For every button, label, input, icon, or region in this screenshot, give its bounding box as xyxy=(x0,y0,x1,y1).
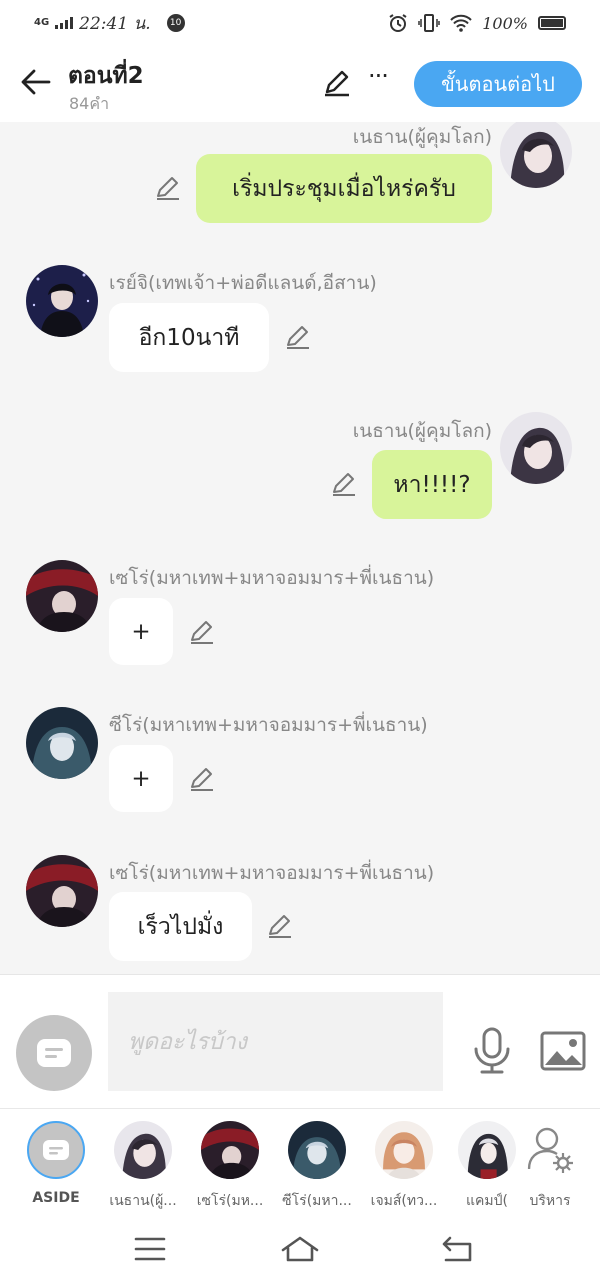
avatar-zero-icon xyxy=(26,560,98,632)
status-bar: 4G 22:41 น. 10 100% xyxy=(0,0,600,46)
pencil-icon xyxy=(191,768,213,791)
message-sender: เนธาน(ผู้คุมโลก) xyxy=(352,420,492,442)
avatar-nathan-icon xyxy=(500,122,572,188)
avatar xyxy=(114,1121,172,1179)
vibrate-icon xyxy=(418,14,440,32)
battery-percent: 100% xyxy=(482,13,528,33)
image-icon xyxy=(540,1031,586,1071)
next-step-button[interactable]: ขั้นตอนต่อไป xyxy=(414,61,582,107)
avatar[interactable] xyxy=(500,122,572,188)
aside-icon xyxy=(43,1140,69,1160)
pencil-icon xyxy=(191,621,213,644)
character-name: ASIDE xyxy=(32,1190,80,1206)
back-icon xyxy=(442,1236,472,1262)
character-name: เซโร่(มห... xyxy=(196,1193,264,1209)
avatar-zero-icon xyxy=(26,855,98,927)
message-sender: ซีโร่(มหาเทพ+มหาจอมมาร+พี่เนธาน) xyxy=(109,714,428,736)
pencil-icon xyxy=(269,915,291,938)
character-ziro[interactable]: ซีโร่(มหา... xyxy=(277,1121,357,1212)
character-james[interactable]: เจมส์(ทว... xyxy=(364,1121,444,1212)
header: ตอนที่2 84คำ ··· ขั้นตอนต่อไป xyxy=(0,46,600,122)
avatar[interactable] xyxy=(26,265,98,337)
menu-icon xyxy=(134,1237,166,1261)
chat-area[interactable]: เนธาน(ผู้คุมโลก) เริ่มประชุมเมื่อไหร่ครั… xyxy=(0,122,600,974)
avatar[interactable] xyxy=(26,707,98,779)
pencil-icon xyxy=(157,177,179,200)
message-sender: เรย์จิ(เทพเจ้า+พ่อดีแลนด์,อีสาน) xyxy=(109,272,377,294)
pencil-icon xyxy=(287,326,309,349)
avatar xyxy=(288,1121,346,1179)
message-input[interactable] xyxy=(108,992,443,1091)
character-name: ซีโร่(มหา... xyxy=(282,1193,352,1209)
avatar-reiji-icon xyxy=(26,265,98,337)
message-sender: เซโร่(มหาเทพ+มหาจอมมาร+พี่เนธาน) xyxy=(109,862,435,884)
avatar xyxy=(458,1121,516,1179)
arrow-left-icon xyxy=(21,69,51,95)
avatar xyxy=(375,1121,433,1179)
microphone-icon xyxy=(474,1027,510,1074)
avatar xyxy=(201,1121,259,1179)
avatar-ziro-icon xyxy=(288,1121,346,1179)
signal-icon xyxy=(55,17,74,29)
edit-message-button[interactable] xyxy=(188,618,216,646)
message-sender: เนธาน(ผู้คุมโลก) xyxy=(352,126,492,148)
character-aside[interactable]: ASIDE xyxy=(16,1121,96,1206)
voice-button[interactable] xyxy=(470,1027,514,1075)
message-bubble[interactable]: เริ่มประชุมเมื่อไหร่ครับ xyxy=(196,154,492,223)
avatar-zero-icon xyxy=(201,1121,259,1179)
edit-message-button[interactable] xyxy=(154,174,182,202)
edit-message-button[interactable] xyxy=(188,765,216,793)
edit-title-button[interactable] xyxy=(322,68,352,98)
notification-badge: 10 xyxy=(166,14,185,32)
word-count: 84คำ xyxy=(69,94,110,113)
wifi-icon xyxy=(450,14,472,32)
home-icon xyxy=(281,1236,319,1262)
aside-avatar xyxy=(27,1121,85,1179)
avatar-nathan-icon xyxy=(114,1121,172,1179)
alarm-icon xyxy=(389,14,407,32)
avatar-ziro-icon xyxy=(26,707,98,779)
composer xyxy=(0,974,600,1108)
avatar[interactable] xyxy=(26,560,98,632)
status-time: 22:41 น. xyxy=(79,13,151,34)
avatar-nathan-icon xyxy=(500,412,572,484)
manage-characters-icon xyxy=(521,1121,579,1179)
avatar[interactable] xyxy=(26,855,98,927)
character-name: บริหาร xyxy=(529,1193,571,1209)
system-nav-bar xyxy=(0,1212,600,1287)
home-button[interactable] xyxy=(280,1234,320,1264)
aside-icon xyxy=(37,1039,71,1067)
pencil-icon xyxy=(333,473,355,496)
message-bubble[interactable]: + xyxy=(109,598,173,665)
pencil-icon xyxy=(325,70,349,97)
network-type: 4G xyxy=(34,17,50,28)
more-button[interactable]: ··· xyxy=(368,64,396,92)
back-button[interactable] xyxy=(18,64,54,100)
avatar[interactable] xyxy=(500,412,572,484)
edit-message-button[interactable] xyxy=(266,912,294,940)
message-bubble[interactable]: + xyxy=(109,745,173,812)
edit-message-button[interactable] xyxy=(284,323,312,351)
avatar-james-icon xyxy=(375,1121,433,1179)
battery-icon xyxy=(538,16,566,30)
message-sender: เซโร่(มหาเทพ+มหาจอมมาร+พี่เนธาน) xyxy=(109,567,435,589)
recents-button[interactable] xyxy=(130,1234,170,1264)
message-bubble[interactable]: หา!!!!? xyxy=(372,450,492,519)
character-zero[interactable]: เซโร่(มห... xyxy=(190,1121,270,1212)
message-bubble[interactable]: เร็วไปมั่ง xyxy=(109,892,252,961)
back-nav-button[interactable] xyxy=(438,1234,478,1264)
aside-toggle-button[interactable] xyxy=(16,1015,92,1091)
page-title: ตอนที่2 xyxy=(68,63,144,89)
character-bar: ASIDE เนธาน(ผู้... เซโร่(มห... ซีโร่(มหา… xyxy=(0,1108,600,1212)
avatar-camp-icon xyxy=(458,1121,516,1179)
insert-image-button[interactable] xyxy=(540,1031,586,1071)
message-bubble[interactable]: อีก10นาที xyxy=(109,303,269,372)
character-name: เจมส์(ทว... xyxy=(370,1193,438,1209)
character-name: เนธาน(ผู้... xyxy=(109,1193,177,1209)
edit-message-button[interactable] xyxy=(330,470,358,498)
character-nathan[interactable]: เนธาน(ผู้... xyxy=(103,1121,183,1212)
character-manage[interactable]: บริหาร xyxy=(510,1121,590,1212)
